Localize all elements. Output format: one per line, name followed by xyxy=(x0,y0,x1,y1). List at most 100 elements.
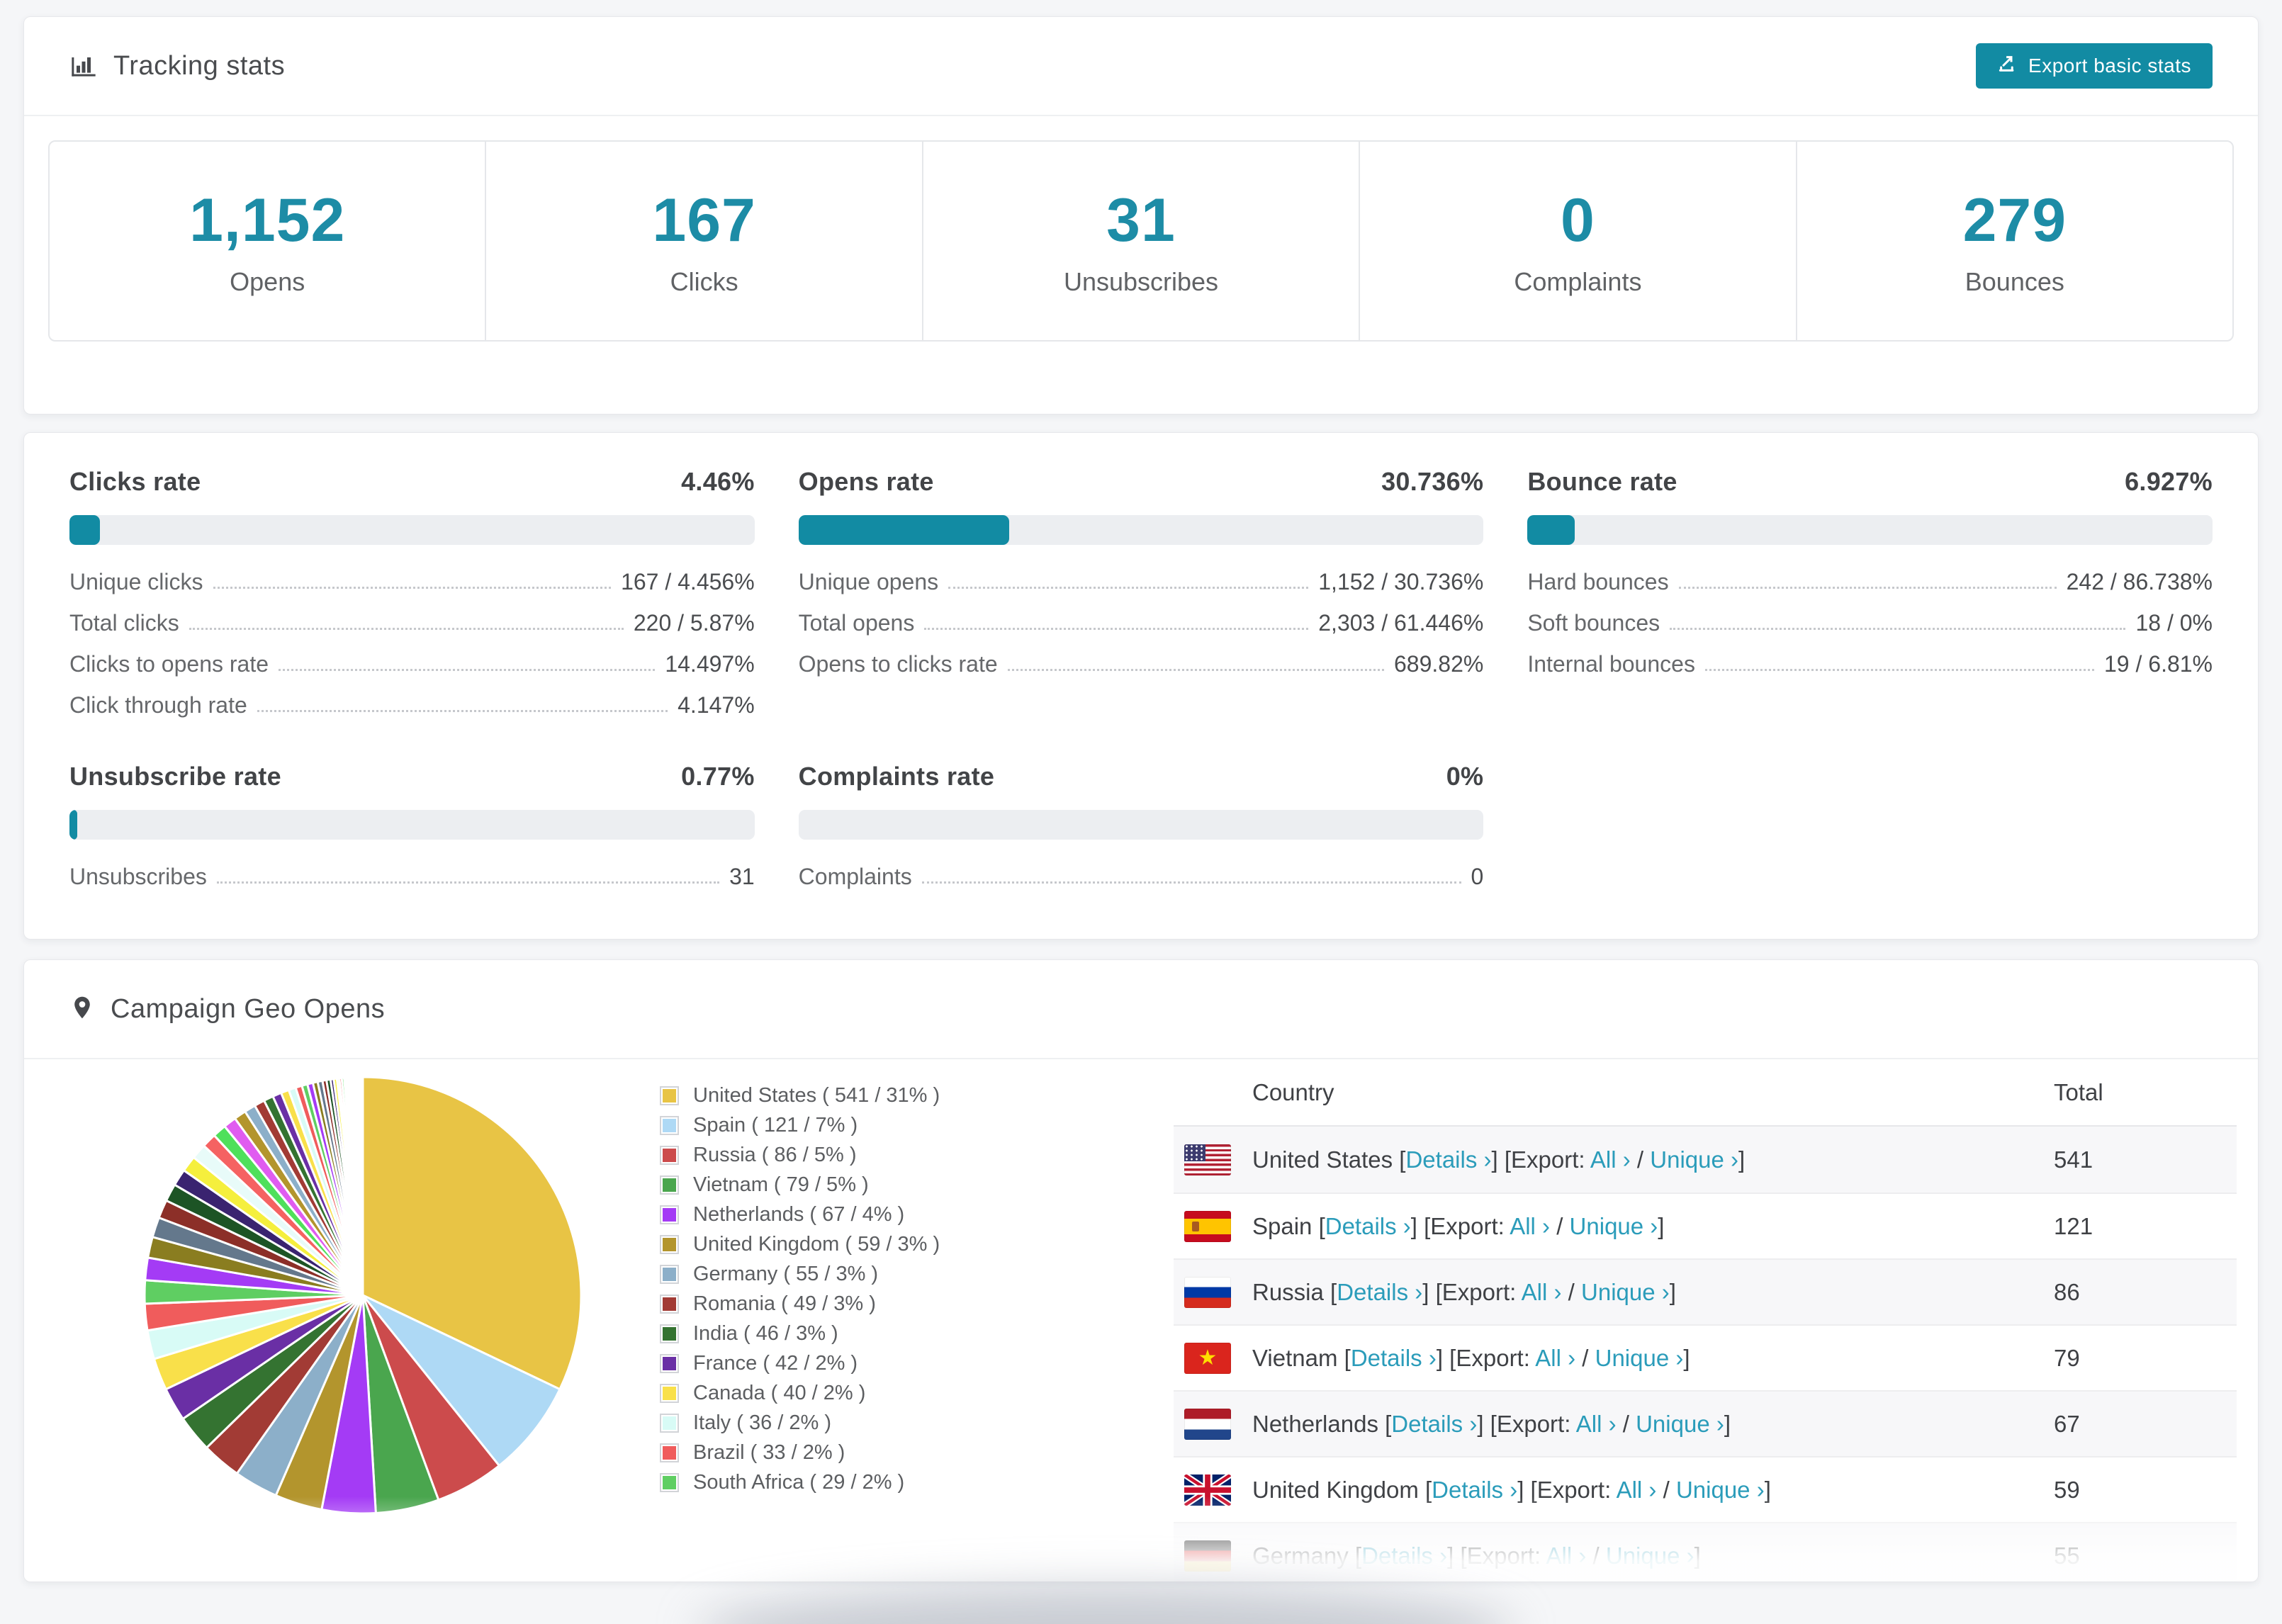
details-link[interactable]: Details › xyxy=(1351,1345,1437,1371)
export-all-link[interactable]: All › xyxy=(1510,1213,1550,1239)
details-link[interactable]: Details › xyxy=(1325,1213,1411,1239)
country-name: Netherlands xyxy=(1252,1410,1378,1437)
flag-vn xyxy=(1184,1342,1231,1374)
flag-ru xyxy=(1184,1276,1231,1308)
table-body: United States [Details ›] [Export: All ›… xyxy=(1174,1127,2237,1581)
legend-label: India ( 46 / 3% ) xyxy=(693,1321,838,1345)
legend-item-canada[interactable]: Canada ( 40 / 2% ) xyxy=(660,1378,940,1408)
dotted-leader xyxy=(257,710,668,712)
legend-item-vietnam[interactable]: Vietnam ( 79 / 5% ) xyxy=(660,1170,940,1200)
export-unique-link[interactable]: Unique › xyxy=(1650,1146,1738,1173)
legend-label: France ( 42 / 2% ) xyxy=(693,1351,858,1375)
country-total: 59 xyxy=(2054,1476,2080,1503)
details-link[interactable]: Details › xyxy=(1337,1279,1422,1305)
country-total: 67 xyxy=(2054,1410,2080,1437)
legend-swatch xyxy=(660,1353,679,1373)
export-unique-link[interactable]: Unique › xyxy=(1581,1279,1670,1305)
export-all-link[interactable]: All › xyxy=(1617,1477,1657,1503)
flag-us xyxy=(1184,1144,1231,1175)
pie-slice-other-48[interactable] xyxy=(361,1076,364,1297)
geo-row-russia: Russia [Details ›] [Export: All › / Uniq… xyxy=(1174,1258,2237,1324)
rate-value: 30.736% xyxy=(1381,467,1484,496)
stat-box-unsubscribes: 31 Unsubscribes xyxy=(923,142,1361,340)
legend-item-spain[interactable]: Spain ( 121 / 7% ) xyxy=(660,1110,940,1140)
legend-swatch xyxy=(660,1413,679,1433)
legend-item-united-kingdom[interactable]: United Kingdom ( 59 / 3% ) xyxy=(660,1229,940,1259)
rate-value: 4.46% xyxy=(681,467,755,496)
bar-chart-icon xyxy=(69,50,98,82)
legend-label: Brazil ( 33 / 2% ) xyxy=(693,1440,845,1464)
stat-value: 279 xyxy=(1962,186,2067,254)
legend-label: Romania ( 49 / 3% ) xyxy=(693,1292,876,1315)
export-all-link[interactable]: All › xyxy=(1576,1411,1617,1437)
details-link[interactable]: Details › xyxy=(1391,1411,1477,1437)
flag-de xyxy=(1184,1540,1231,1572)
rate-block-bounce-rate: Bounce rate 6.927% Hard bounces 242 / 86.73… xyxy=(1527,467,2213,718)
campaign-geo-opens-card: Campaign Geo Opens United States ( 541 /… xyxy=(23,959,2259,1582)
rate-row-complaints: Complaints 0 xyxy=(798,864,1484,889)
legend-label: South Africa ( 29 / 2% ) xyxy=(693,1470,905,1494)
legend-item-france[interactable]: France ( 42 / 2% ) xyxy=(660,1348,940,1378)
details-link[interactable]: Details › xyxy=(1432,1477,1517,1503)
legend-item-italy[interactable]: Italy ( 36 / 2% ) xyxy=(660,1408,940,1438)
details-link[interactable]: Details › xyxy=(1361,1543,1447,1569)
stat-box-bounces: 279 Bounces xyxy=(1797,142,2232,340)
progress-bar-fill xyxy=(798,515,1009,545)
summary-stats: 1,152 Opens 167 Clicks 31 Unsubscribes 0 Compla… xyxy=(48,140,2234,342)
stat-label: Clicks xyxy=(670,266,738,296)
rate-row-click-through-rate: Click through rate 4.147% xyxy=(69,692,755,718)
legend-item-russia[interactable]: Russia ( 86 / 5% ) xyxy=(660,1140,940,1170)
geo-opens-table: Country Total United States [Details ›] … xyxy=(1174,1059,2237,1581)
progress-bar-opens-rate xyxy=(798,515,1484,545)
rate-row-soft-bounces: Soft bounces 18 / 0% xyxy=(1527,610,2213,636)
export-unique-link[interactable]: Unique › xyxy=(1606,1543,1694,1569)
legend-item-netherlands[interactable]: Netherlands ( 67 / 4% ) xyxy=(660,1200,940,1229)
export-all-link[interactable]: All › xyxy=(1546,1543,1587,1569)
rate-row-unique-opens: Unique opens 1,152 / 30.736% xyxy=(798,569,1484,594)
export-basic-stats-button[interactable]: Export basic stats xyxy=(1976,43,2213,89)
legend-label: Spain ( 121 / 7% ) xyxy=(693,1113,858,1137)
dotted-leader xyxy=(216,881,720,884)
legend-item-india[interactable]: India ( 46 / 3% ) xyxy=(660,1319,940,1348)
geo-header: Campaign Geo Opens xyxy=(24,960,2258,1059)
legend-item-united-states[interactable]: United States ( 541 / 31% ) xyxy=(660,1081,940,1110)
rate-title: Opens rate xyxy=(798,467,934,496)
dotted-leader xyxy=(1670,628,2126,630)
geo-content: United States ( 541 / 31% ) Spain ( 121 /… xyxy=(24,1059,2258,1581)
rate-row-opens-to-clicks-rate: Opens to clicks rate 689.82% xyxy=(798,651,1484,677)
progress-bar-fill xyxy=(69,515,101,545)
country-total: 79 xyxy=(2054,1344,2080,1371)
stat-box-opens: 1,152 Opens xyxy=(50,142,487,340)
country-total: 541 xyxy=(2054,1146,2093,1173)
legend-label: Russia ( 86 / 5% ) xyxy=(693,1143,857,1166)
stat-box-complaints: 0 Complaints xyxy=(1360,142,1797,340)
country-name: Vietnam xyxy=(1252,1344,1338,1371)
stat-label: Bounces xyxy=(1965,266,2064,296)
legend-item-brazil[interactable]: Brazil ( 33 / 2% ) xyxy=(660,1438,940,1467)
legend-item-south-africa[interactable]: South Africa ( 29 / 2% ) xyxy=(660,1467,940,1497)
export-unique-link[interactable]: Unique › xyxy=(1676,1477,1765,1503)
stat-value: 0 xyxy=(1561,186,1595,254)
export-unique-link[interactable]: Unique › xyxy=(1570,1213,1658,1239)
legend-item-romania[interactable]: Romania ( 49 / 3% ) xyxy=(660,1289,940,1319)
geo-section-title: Campaign Geo Opens xyxy=(111,993,386,1024)
stat-label: Complaints xyxy=(1514,266,1642,296)
progress-bar-clicks-rate xyxy=(69,515,755,545)
legend-item-germany[interactable]: Germany ( 55 / 3% ) xyxy=(660,1259,940,1289)
rate-title: Complaints rate xyxy=(798,762,995,791)
rate-row-total-clicks: Total clicks 220 / 5.87% xyxy=(69,610,755,636)
country-name: United Kingdom xyxy=(1252,1476,1419,1503)
pie-legend: United States ( 541 / 31% ) Spain ( 121 /… xyxy=(660,1081,940,1497)
bottom-shadow-blob xyxy=(698,1587,1513,1624)
export-all-link[interactable]: All › xyxy=(1535,1345,1575,1371)
dotted-leader xyxy=(213,587,612,589)
export-all-link[interactable]: All › xyxy=(1590,1146,1631,1173)
export-unique-link[interactable]: Unique › xyxy=(1595,1345,1684,1371)
export-unique-link[interactable]: Unique › xyxy=(1636,1411,1724,1437)
export-all-link[interactable]: All › xyxy=(1522,1279,1562,1305)
rate-value: 6.927% xyxy=(2125,467,2213,496)
export-icon xyxy=(1997,53,2018,79)
details-link[interactable]: Details › xyxy=(1405,1146,1491,1173)
dotted-leader xyxy=(1704,669,2094,671)
rate-row-unsubscribes: Unsubscribes 31 xyxy=(69,864,755,889)
